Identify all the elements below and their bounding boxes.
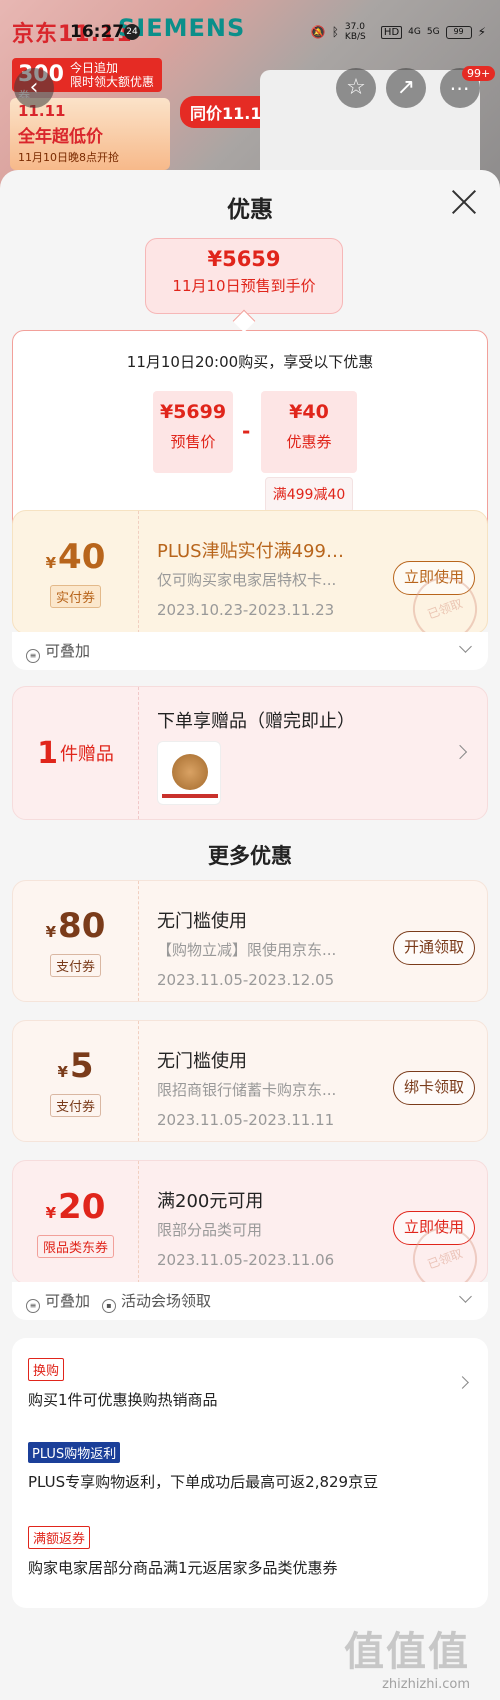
close-icon[interactable] — [450, 188, 478, 216]
stack-icon: ≡ — [26, 1298, 40, 1313]
net-speed: 37.0 KB/S — [344, 22, 366, 42]
coupon-amount-panel: ¥80 支付券 — [13, 881, 139, 1001]
presale-price-item: ¥5699 预售价 — [153, 391, 233, 473]
coupon-footer[interactable]: ≡ 可叠加 ▪ 活动会场领取 — [12, 1282, 488, 1320]
coupon-amount-panel: ¥5 支付券 — [13, 1021, 139, 1141]
coupon-title: 无门槛使用 — [157, 1051, 247, 1072]
sheet-title: 优惠 — [227, 197, 273, 223]
share-icon: ↗ — [396, 75, 416, 100]
notification-badge: 24 — [124, 24, 140, 40]
category-coupon-20: ¥20 限品类东券 满200元可用 限部分品类可用 2023.11.05-202… — [12, 1160, 488, 1284]
plus-tag: PLUS购物返利 — [28, 1442, 121, 1463]
signal-5g-icon: 5G — [426, 27, 440, 37]
coupon-amount-panel: ¥20 限品类东券 — [13, 1161, 139, 1283]
venue-icon: ▪ — [102, 1298, 117, 1313]
gift-thumbnail — [157, 741, 221, 805]
coupon-date: 2023.10.23-2023.11.23 — [157, 601, 335, 619]
coupon-date: 2023.11.05-2023.11.11 — [157, 1111, 335, 1129]
hd-icon: HD — [380, 25, 403, 39]
star-icon: ☆ — [346, 75, 366, 100]
stackable-label: 可叠加 — [45, 1291, 91, 1310]
gift-title: 下单享赠品（赠完即止） — [157, 711, 355, 732]
signal-4g-icon: 4G — [408, 27, 421, 37]
coupon-discount-item: ¥40 优惠券 — [261, 391, 357, 473]
favorite-button[interactable]: ☆ — [336, 68, 376, 108]
stackable-label: 可叠加 — [45, 641, 91, 660]
activate-claim-button[interactable]: 开通领取 — [392, 931, 475, 965]
coupon-desc: 仅可购买家电家居特权卡... — [157, 571, 337, 589]
promotion-list: 换购 购买1件可优惠换购热销商品 PLUS购物返利 PLUS专享购物返利，下单成… — [12, 1338, 488, 1608]
price-breakdown: 11月10日20:00购买，享受以下优惠 ¥5699 预售价 - ¥40 优惠券… — [12, 330, 488, 538]
payment-coupon-5: ¥5 支付券 无门槛使用 限招商银行储蓄卡购京东... 2023.11.05-2… — [12, 1020, 488, 1142]
coupon-footer[interactable]: ≡ 可叠加 — [12, 632, 488, 670]
plus-coupon-card: ¥40 实付券 PLUS津贴实付满499元... 仅可购买家电家居特权卡... … — [12, 510, 488, 634]
coupon-title: PLUS津贴实付满499元... — [157, 541, 357, 562]
final-price: ¥5659 — [207, 247, 281, 271]
watermark-url: zhizhizhi.com — [382, 1677, 470, 1692]
coupon-title: 满200元可用 — [157, 1191, 264, 1212]
charging-icon: ⚡ — [477, 25, 486, 39]
mute-icon: 🔕 — [310, 25, 326, 39]
bind-card-claim-button[interactable]: 绑卡领取 — [392, 1071, 475, 1105]
list-item[interactable]: 换购 购买1件可优惠换购热销商品 — [28, 1358, 478, 1410]
coupon-type-tag: 限品类东券 — [36, 1234, 114, 1258]
promo-text: 购家电家居部分商品满1元返居家多品类优惠券 — [28, 1559, 338, 1577]
back-button[interactable]: ‹ — [14, 68, 54, 108]
watermark: 值值值 zhizhizhi.com — [344, 1619, 470, 1692]
list-item: PLUS购物返利 PLUS专享购物返利，下单成功后最高可返2,829京豆 — [28, 1442, 478, 1492]
share-button[interactable]: ↗ — [386, 68, 426, 108]
coupon-amount-panel: ¥40 实付券 — [13, 511, 139, 633]
chevron-down-icon — [459, 1290, 472, 1303]
promo-event-badge: 11.11 全年超低价 11月10日晚8点开抢 — [10, 98, 170, 170]
gift-count-panel: 1 件赠品 — [13, 687, 139, 819]
stack-icon: ≡ — [26, 648, 40, 663]
coupon-title: 无门槛使用 — [157, 911, 247, 932]
battery-icon: 99 — [445, 25, 472, 39]
list-item: 满额返券 购家电家居部分商品满1元返居家多品类优惠券 — [28, 1526, 478, 1578]
chevron-right-icon — [452, 744, 468, 760]
status-bar: 16:27 24 🔕 ᛒ 37.0 KB/S HD 4G 5G 99 ⚡ — [0, 0, 500, 60]
coupon-desc: 限部分品类可用 — [157, 1221, 263, 1239]
status-icons: 🔕 ᛒ 37.0 KB/S HD 4G 5G 99 ⚡ — [311, 22, 486, 42]
more-offers-heading: 更多优惠 — [208, 844, 292, 868]
discount-sheet: 优惠 ¥5659 11月10日预售到手价 11月10日20:00购买，享受以下优… — [0, 170, 500, 1700]
payment-coupon-80: ¥80 支付券 无门槛使用 【购物立减】限使用京东... 2023.11.05-… — [12, 880, 488, 1002]
breakdown-heading: 11月10日20:00购买，享受以下优惠 — [126, 353, 374, 371]
message-count-badge: 99+ — [462, 66, 496, 81]
promo-tag: 换购 — [28, 1358, 65, 1381]
coupon-type-tag: 支付券 — [49, 953, 101, 977]
chevron-down-icon — [459, 640, 472, 653]
coupon-type-tag: 支付券 — [49, 1093, 101, 1117]
watermark-mark: 值值值 — [344, 1629, 470, 1675]
bluetooth-icon: ᛒ — [331, 25, 339, 39]
coupon-type-tag: 实付券 — [49, 584, 101, 608]
coupon-condition: 满499减40 — [265, 477, 353, 513]
promo-text: 购买1件可优惠换购热销商品 — [28, 1391, 218, 1409]
minus-sign: - — [242, 419, 251, 443]
promo-tag: 满额返券 — [28, 1526, 91, 1549]
coupon-date: 2023.11.05-2023.12.05 — [157, 971, 335, 989]
final-price-label: 11月10日预售到手价 — [172, 277, 316, 295]
final-price-card: ¥5659 11月10日预售到手价 — [145, 238, 343, 314]
coupon-desc: 限招商银行储蓄卡购京东... — [157, 1081, 337, 1099]
clock: 16:27 — [70, 22, 125, 42]
gift-card[interactable]: 1 件赠品 下单享赠品（赠完即止） — [12, 686, 488, 820]
chevron-right-icon — [456, 1376, 469, 1389]
coupon-desc: 【购物立减】限使用京东... — [157, 941, 337, 959]
promo-text: PLUS专享购物返利，下单成功后最高可返2,829京豆 — [28, 1473, 379, 1491]
venue-claim-label: 活动会场领取 — [121, 1291, 212, 1310]
chevron-left-icon: ‹ — [29, 75, 39, 100]
coupon-date: 2023.11.05-2023.11.06 — [157, 1251, 335, 1269]
